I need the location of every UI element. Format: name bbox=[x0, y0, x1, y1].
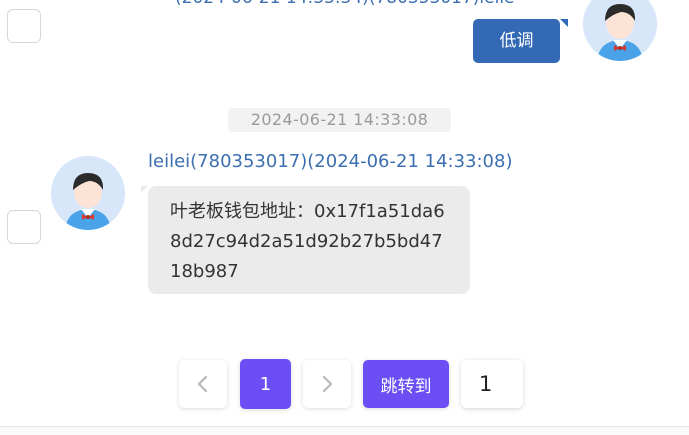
message-bubble-other: 叶老板钱包地址：0x17f1a51da68d27c94d2a51d92b27b5… bbox=[148, 186, 470, 294]
page-button-current[interactable]: 1 bbox=[240, 359, 291, 409]
footer-area bbox=[0, 427, 689, 435]
message-sender-line: (2024-06-21 14:33:34)(780353017)leile bbox=[175, 0, 568, 8]
chevron-left-icon bbox=[197, 375, 208, 393]
page-number-input[interactable]: 1 bbox=[461, 360, 523, 408]
avatar bbox=[51, 156, 125, 230]
user-avatar-icon bbox=[583, 0, 657, 61]
message-bubble-self: 低调 bbox=[473, 19, 560, 63]
user-avatar-icon bbox=[51, 156, 125, 230]
message-select-checkbox[interactable] bbox=[7, 210, 41, 244]
message-select-checkbox[interactable] bbox=[7, 9, 41, 43]
timestamp-divider: 2024-06-21 14:33:08 bbox=[228, 108, 451, 132]
avatar bbox=[583, 0, 657, 61]
prev-page-button[interactable] bbox=[179, 360, 227, 408]
jump-to-page-button[interactable]: 跳转到 bbox=[363, 360, 449, 408]
message-sender-line: leilei(780353017)(2024-06-21 14:33:08) bbox=[148, 151, 513, 172]
bubble-tail bbox=[560, 19, 568, 27]
bubble-tail bbox=[141, 186, 148, 193]
next-page-button[interactable] bbox=[303, 360, 351, 408]
chevron-right-icon bbox=[322, 375, 333, 393]
